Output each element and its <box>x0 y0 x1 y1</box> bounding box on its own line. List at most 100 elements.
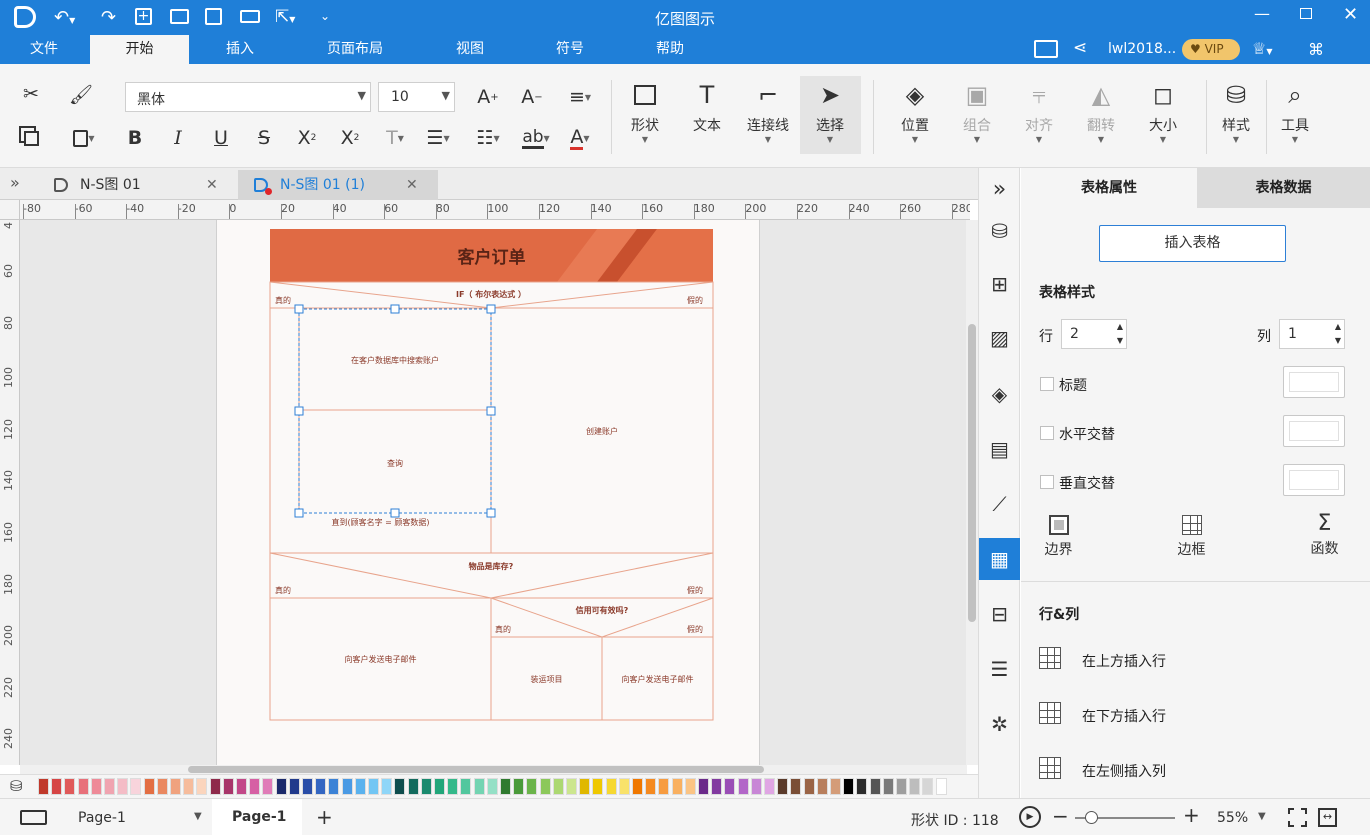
copy-icon[interactable] <box>16 123 46 153</box>
font-color-icon[interactable]: A ▼ <box>560 123 600 153</box>
palette-swatch[interactable] <box>130 778 142 795</box>
vertical-alternate-color[interactable] <box>1283 464 1345 496</box>
palette-swatch[interactable] <box>236 778 247 795</box>
palette-swatch[interactable] <box>843 778 855 795</box>
palette-swatch[interactable] <box>856 778 868 795</box>
palette-swatch[interactable] <box>143 778 155 795</box>
tab-table-properties[interactable]: 表格属性 <box>1021 168 1197 208</box>
palette-swatch[interactable] <box>368 778 379 795</box>
maximize-button[interactable] <box>1300 8 1312 19</box>
decrease-font-icon[interactable]: A − <box>517 82 547 112</box>
palette-swatch[interactable] <box>275 778 287 795</box>
function-button[interactable]: Σ 函数 <box>1302 511 1347 558</box>
menu-page-layout[interactable]: 页面布局 <box>312 35 398 64</box>
horizontal-scroll-thumb[interactable] <box>188 766 764 773</box>
menu-home[interactable]: 开始 <box>90 35 189 64</box>
palette-swatch[interactable] <box>262 778 274 795</box>
zoom-out-icon[interactable]: − <box>1052 804 1069 828</box>
palette-swatch[interactable] <box>909 778 921 795</box>
palette-swatch[interactable] <box>302 778 313 795</box>
zoom-slider-thumb[interactable] <box>1085 811 1098 824</box>
palette-swatch[interactable] <box>500 778 511 795</box>
palette-swatch[interactable] <box>51 778 63 795</box>
boundary-button[interactable]: 边界 <box>1036 515 1081 559</box>
page-view-icon[interactable] <box>20 810 47 825</box>
palette-swatch[interactable] <box>104 778 115 795</box>
title-row-color[interactable] <box>1283 366 1345 398</box>
increase-font-icon[interactable]: A + <box>473 82 503 112</box>
palette-swatch[interactable] <box>183 778 195 795</box>
fit-page-icon[interactable] <box>1288 808 1307 827</box>
palette-swatch[interactable] <box>315 778 327 795</box>
subscript-icon[interactable]: X2 <box>335 123 365 153</box>
palette-swatch[interactable] <box>579 778 591 795</box>
format-painter-icon[interactable]: 🖌 <box>66 79 96 109</box>
close-button[interactable]: ✕ <box>1343 4 1358 25</box>
font-family-select[interactable]: 黑体 ▼ <box>125 82 371 112</box>
insert-table-button[interactable]: 插入表格 <box>1099 225 1286 262</box>
zoom-level[interactable]: 55% <box>1217 810 1248 826</box>
col-count-stepper[interactable]: 1 ▲ ▼ <box>1279 319 1345 349</box>
col-up-icon[interactable]: ▲ <box>1335 322 1341 331</box>
menu-file[interactable]: 文件 <box>13 35 75 64</box>
if1-condition[interactable]: IF（ 布尔表达式 ） <box>391 289 591 300</box>
palette-swatch[interactable] <box>896 778 907 795</box>
org-panel-icon[interactable]: ⊟ <box>979 593 1020 635</box>
expand-library-icon[interactable]: » <box>10 173 20 192</box>
ship-items-cell[interactable]: 装运项目 <box>491 674 602 685</box>
minimize-button[interactable]: — <box>1254 4 1270 23</box>
tools-button[interactable]: ⌕ 工具 ▼ <box>1265 78 1325 144</box>
fill-bucket-icon[interactable]: ⛁ <box>10 777 23 795</box>
fill-panel-icon[interactable]: ⛁ <box>979 210 1020 252</box>
drawing-canvas[interactable]: 客户订单 IF（ 布尔表达式 ） 真的 假的 在客户数据库中搜索账户 查询 直到… <box>20 220 967 765</box>
email-cell-1[interactable]: 向客户发送电子邮件 <box>270 654 491 665</box>
line-spacing-icon[interactable]: ☰ ▼ <box>418 123 458 153</box>
zoom-slider[interactable] <box>1075 811 1175 824</box>
row-count-stepper[interactable]: 2 ▲ ▼ <box>1061 319 1127 349</box>
collapse-panel-icon[interactable]: » <box>979 168 1020 210</box>
palette-swatch[interactable] <box>222 778 234 795</box>
paste-icon[interactable]: ▼ <box>66 123 102 153</box>
drawing-page[interactable]: 客户订单 IF（ 布尔表达式 ） 真的 假的 在客户数据库中搜索账户 查询 直到… <box>216 220 760 765</box>
if3-condition[interactable]: 信用可有效吗? <box>507 605 697 616</box>
shape-tool-button[interactable]: 形状 ▼ <box>615 78 675 144</box>
palette-swatch[interactable] <box>381 778 393 795</box>
palette-swatch[interactable] <box>447 778 459 795</box>
position-button[interactable]: ◈ 位置 ▼ <box>885 78 945 144</box>
palette-swatch[interactable] <box>566 778 577 795</box>
table-panel-icon[interactable]: ▦ <box>979 538 1020 580</box>
title-row-checkbox[interactable] <box>1040 377 1054 391</box>
palette-swatch[interactable] <box>288 778 300 795</box>
cut-icon[interactable]: ✂ <box>16 79 46 109</box>
connector-tool-button[interactable]: ⌐ 连接线 ▼ <box>738 78 798 144</box>
menu-help[interactable]: 帮助 <box>640 35 700 64</box>
comment-icon[interactable] <box>1034 40 1058 58</box>
doc-tab-close-icon[interactable]: ✕ <box>206 170 218 200</box>
palette-swatch[interactable] <box>196 778 208 795</box>
font-color-ab-icon[interactable]: ab ▼ <box>514 123 558 153</box>
palette-swatch[interactable] <box>526 778 538 795</box>
palette-swatch[interactable] <box>513 778 525 795</box>
palette-swatch[interactable] <box>117 778 129 795</box>
create-account-cell[interactable]: 创建账户 <box>491 426 713 437</box>
palette-swatch[interactable] <box>249 778 261 795</box>
col-down-icon[interactable]: ▼ <box>1335 336 1341 345</box>
diagram-title[interactable]: 客户订单 <box>270 243 713 268</box>
email-cell-2[interactable]: 向客户发送电子邮件 <box>602 674 713 685</box>
page-selector[interactable]: Page-1 ▼ <box>60 799 210 836</box>
palette-swatch[interactable] <box>922 778 934 795</box>
loop-condition[interactable]: 直到(顾客名字 = 顾客数据) <box>270 517 491 528</box>
palette-swatch[interactable] <box>77 778 89 795</box>
horizontal-alternate-color[interactable] <box>1283 415 1345 447</box>
zoom-in-icon[interactable]: + <box>1183 803 1200 827</box>
palette-swatch[interactable] <box>460 778 472 795</box>
palette-swatch[interactable] <box>671 778 683 795</box>
palette-swatch[interactable] <box>539 778 551 795</box>
palette-swatch[interactable] <box>90 778 102 795</box>
if2-condition[interactable]: 物品是库存? <box>391 561 591 572</box>
underline-icon[interactable]: U <box>206 123 236 153</box>
menu-view[interactable]: 视图 <box>440 35 500 64</box>
palette-swatch[interactable] <box>750 778 762 795</box>
palette-swatch[interactable] <box>420 778 432 795</box>
text-tool-button[interactable]: T 文本 <box>677 78 737 135</box>
